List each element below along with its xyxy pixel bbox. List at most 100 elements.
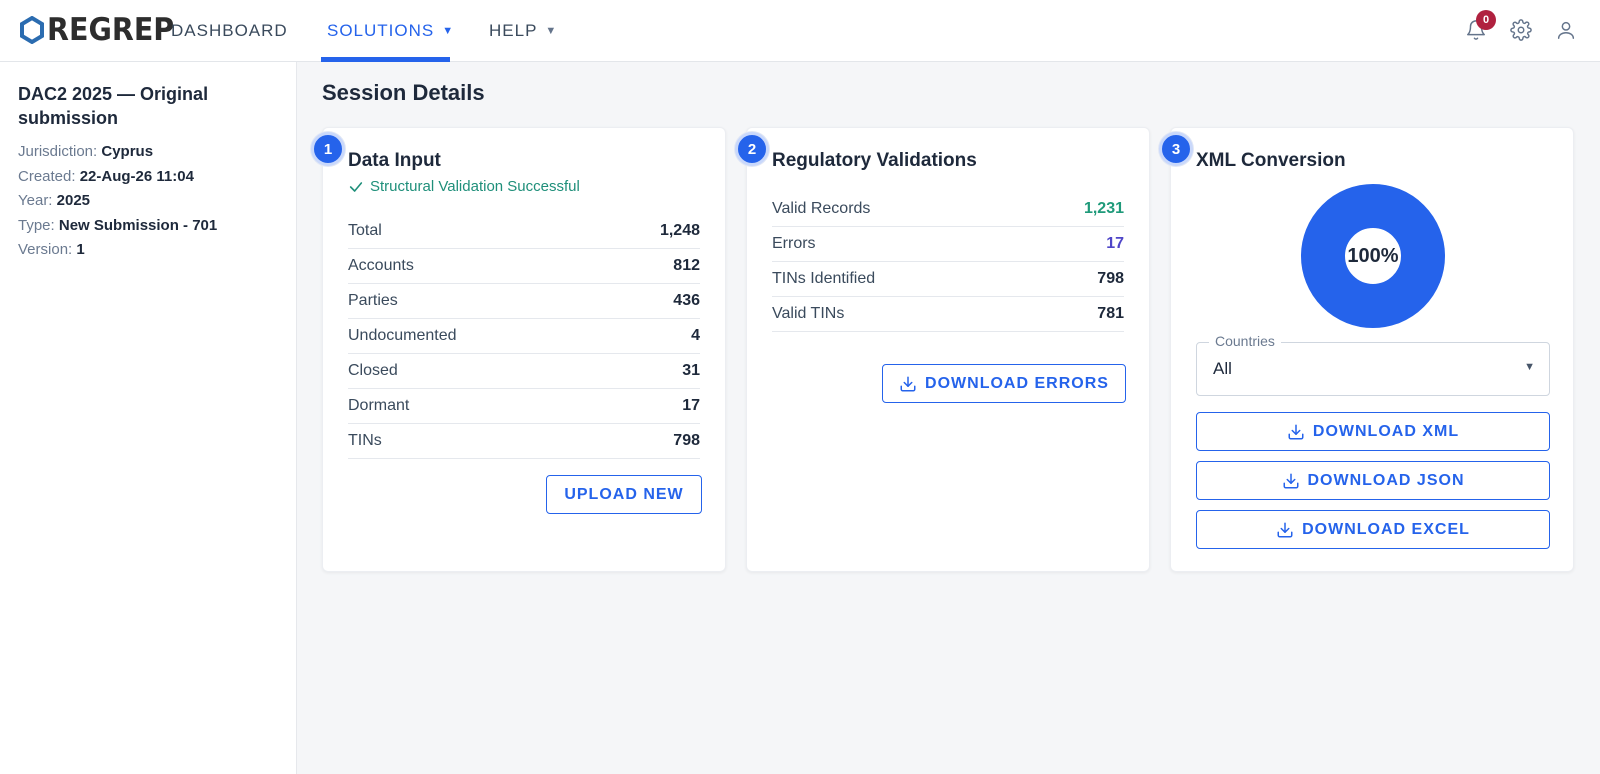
nav-solutions-label: SOLUTIONS: [327, 21, 435, 40]
card-title: XML Conversion: [1196, 150, 1346, 171]
download-icon: [1288, 424, 1304, 439]
field-value: 1: [76, 241, 85, 258]
stat-label: Parties: [348, 292, 398, 309]
download-json-label: DOWNLOAD JSON: [1307, 471, 1465, 489]
stat-value: 798: [1097, 270, 1124, 287]
countries-select-value: All: [1213, 359, 1232, 378]
stat-label: Undocumented: [348, 327, 457, 344]
version-field: Version: 1: [18, 238, 278, 263]
stat-label: Errors: [772, 235, 816, 252]
notification-count-badge: 0: [1476, 10, 1496, 30]
validation-status-text: Structural Validation Successful: [370, 178, 580, 195]
chevron-down-icon: ▼: [1524, 361, 1535, 373]
stat-label: TINs Identified: [772, 270, 876, 287]
type-field: Type: New Submission - 701: [18, 214, 278, 239]
page-title: Session Details: [322, 80, 485, 105]
created-field: Created: 22-Aug-26 11:04: [18, 165, 278, 190]
field-label: Version:: [18, 241, 73, 258]
field-value: Cyprus: [101, 143, 154, 160]
step-badge: 1: [311, 132, 345, 166]
data-input-stats: Total 1,248 Accounts 812 Parties 436 Undocu…: [348, 214, 700, 459]
stat-row: Valid TINs 781: [772, 297, 1124, 332]
gear-icon: [1510, 19, 1532, 41]
stat-value: 31: [682, 362, 700, 379]
settings-button[interactable]: [1506, 15, 1536, 45]
stat-label: Valid Records: [772, 200, 871, 217]
nav-help-label: HELP: [489, 21, 538, 40]
stat-row: Parties 436: [348, 284, 700, 319]
regulatory-validations-card: 2 Regulatory Validations Valid Records 1,…: [735, 127, 1150, 572]
chevron-down-icon: ▼: [442, 25, 455, 37]
stat-label: TINs: [348, 432, 382, 449]
field-label: Jurisdiction:: [18, 143, 98, 160]
download-errors-button[interactable]: DOWNLOAD ERRORS: [882, 364, 1126, 403]
download-icon: [1277, 522, 1293, 537]
nav-dashboard-label: DASHBOARD: [171, 21, 288, 40]
stat-value: 436: [673, 292, 700, 309]
step-badge: 2: [735, 132, 769, 166]
card-title: Regulatory Validations: [772, 150, 977, 171]
download-excel-button[interactable]: DOWNLOAD EXCEL: [1196, 510, 1550, 549]
stat-value: 812: [673, 257, 700, 274]
field-label: Year:: [18, 192, 53, 209]
nav-help[interactable]: HELP ▼: [489, 0, 557, 62]
user-menu-button[interactable]: [1551, 15, 1581, 45]
field-label: Created:: [18, 167, 76, 185]
progress-percent: 100%: [1347, 244, 1399, 267]
stat-value: 781: [1097, 305, 1124, 322]
stat-value: 17: [1106, 235, 1124, 252]
stat-label: Accounts: [348, 257, 414, 274]
brand-name: REGREP: [47, 12, 175, 48]
active-tab-indicator: [321, 57, 450, 62]
stat-row: Dormant 17: [348, 389, 700, 424]
chevron-down-icon: ▼: [545, 25, 558, 37]
stat-row: Valid Records 1,231: [772, 192, 1124, 227]
hexagon-logo-icon: [20, 16, 44, 44]
field-value: 2025: [56, 192, 91, 209]
upload-new-label: UPLOAD NEW: [564, 485, 684, 503]
user-icon: [1557, 21, 1575, 39]
stat-label: Valid TINs: [772, 305, 845, 322]
field-value: New Submission - 701: [58, 216, 218, 234]
stat-value: 17: [682, 397, 700, 414]
nav-solutions[interactable]: SOLUTIONS ▼: [327, 0, 454, 62]
countries-select-label: Countries: [1209, 333, 1281, 349]
stat-row: Accounts 812: [348, 249, 700, 284]
top-nav-bar: REGREP DASHBOARD SOLUTIONS ▼ HELP ▼ 0: [0, 0, 1600, 62]
submission-title: DAC2 2025 — Original submission: [18, 84, 209, 128]
xml-conversion-card: 3 XML Conversion 100% Countries All ▼ DO…: [1159, 127, 1574, 572]
stat-label: Closed: [348, 362, 398, 379]
validation-status: Structural Validation Successful: [348, 178, 580, 195]
stat-row: Errors 17: [772, 227, 1124, 262]
stat-row: TINs 798: [348, 424, 700, 459]
sidebar: DAC2 2025 — Original submission Jurisdic…: [0, 62, 297, 774]
stat-row: Closed 31: [348, 354, 700, 389]
stat-row: TINs Identified 798: [772, 262, 1124, 297]
card-title: Data Input: [348, 150, 441, 171]
stat-value: 1,231: [1083, 200, 1124, 217]
field-label: Type:: [18, 216, 55, 234]
stat-value: 1,248: [659, 222, 700, 239]
download-errors-label: DOWNLOAD ERRORS: [925, 374, 1109, 392]
download-xml-button[interactable]: DOWNLOAD XML: [1196, 412, 1550, 451]
check-icon: [349, 181, 363, 192]
validation-stats: Valid Records 1,231 Errors 17 TINs Identif…: [772, 192, 1124, 332]
download-json-button[interactable]: DOWNLOAD JSON: [1196, 461, 1550, 500]
step-badge: 3: [1159, 132, 1193, 166]
year-field: Year: 2025: [18, 189, 278, 214]
data-input-card: 1 Data Input Structural Validation Succe…: [311, 127, 726, 572]
download-icon: [900, 376, 916, 391]
stat-label: Total: [348, 222, 382, 239]
upload-new-button[interactable]: UPLOAD NEW: [546, 475, 702, 514]
jurisdiction-field: Jurisdiction: Cyprus: [18, 140, 278, 165]
download-xml-label: DOWNLOAD XML: [1312, 422, 1460, 440]
download-icon: [1283, 473, 1298, 488]
stat-row: Total 1,248: [348, 214, 700, 249]
countries-select[interactable]: Countries All ▼: [1196, 333, 1550, 396]
nav-dashboard[interactable]: DASHBOARD: [171, 0, 288, 62]
stat-value: 798: [673, 432, 700, 449]
field-value: 22-Aug-26 11:04: [79, 167, 194, 185]
download-excel-label: DOWNLOAD EXCEL: [1302, 520, 1470, 538]
brand-logo[interactable]: REGREP: [20, 12, 185, 48]
stat-value: 4: [691, 327, 700, 344]
